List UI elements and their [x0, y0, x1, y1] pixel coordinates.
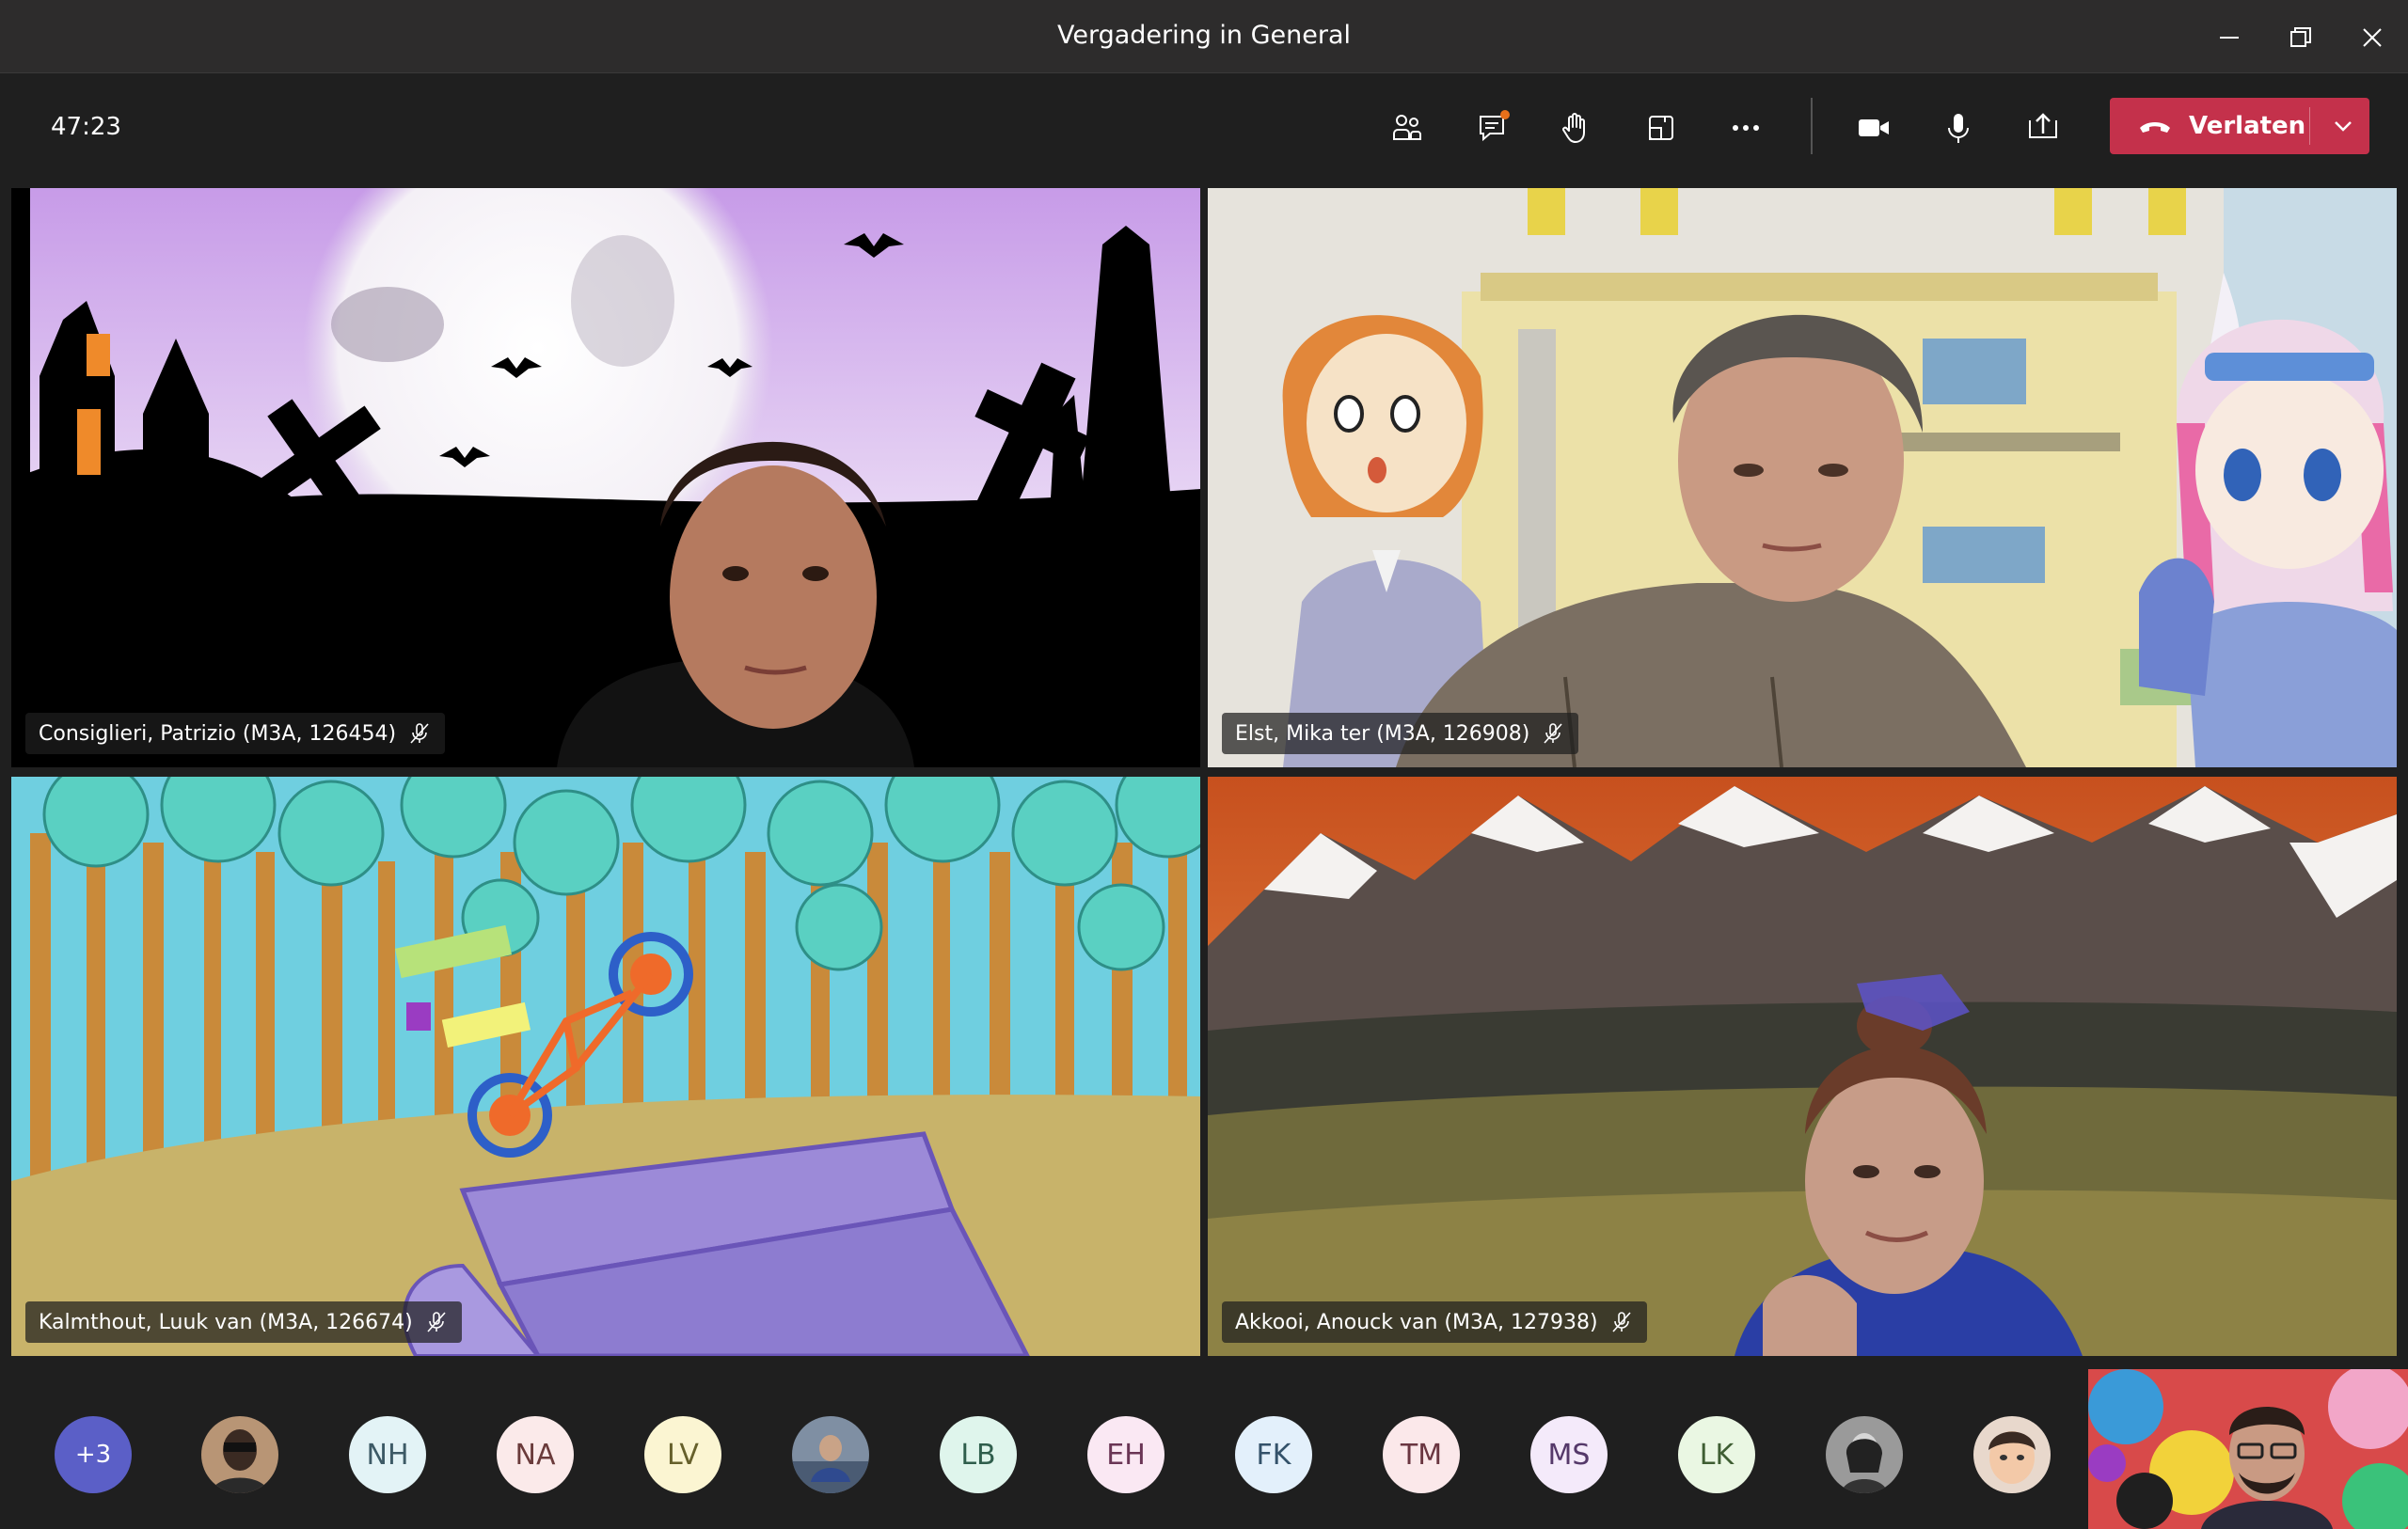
participant-name: Akkooi, Anouck van (M3A, 127938) — [1235, 1310, 1598, 1334]
participant-name-tag: Kalmthout, Luuk van (M3A, 126674) — [25, 1301, 462, 1343]
chat-button[interactable] — [1465, 100, 1522, 156]
avatar-initials-text: NH — [366, 1438, 409, 1472]
participant-name: Consiglieri, Patrizio (M3A, 126454) — [39, 721, 397, 746]
microphone-button[interactable] — [1930, 100, 1987, 156]
video-tile-2[interactable]: Elst, Mika ter (M3A, 126908) — [1208, 188, 2397, 767]
avatar-initials[interactable]: FK — [1235, 1416, 1312, 1493]
avatar-photo[interactable] — [1973, 1416, 2051, 1493]
halloween-background — [11, 188, 1200, 767]
video-tile-1[interactable]: Consiglieri, Patrizio (M3A, 126454) — [11, 188, 1200, 767]
participant-name: Elst, Mika ter (M3A, 126908) — [1235, 721, 1530, 746]
meeting-timer: 47:23 — [51, 113, 121, 141]
avatar-initials-text: FK — [1256, 1438, 1291, 1472]
avatar-initials-text: EH — [1106, 1438, 1146, 1472]
avatar-initials-text: LV — [667, 1438, 699, 1472]
avatar-photo[interactable] — [792, 1416, 869, 1493]
participants-icon — [1393, 115, 1421, 140]
avatar-initials-text: LB — [960, 1438, 996, 1472]
avatar-initials-text: LK — [1699, 1438, 1735, 1472]
window-title: Vergadering in General — [1056, 21, 1352, 50]
avatar-photo[interactable] — [201, 1416, 278, 1493]
share-screen-button[interactable] — [2015, 100, 2071, 156]
raise-hand-icon — [1562, 113, 1585, 143]
camera-button[interactable] — [1846, 100, 1902, 156]
more-participants-button[interactable]: +3 — [55, 1416, 132, 1493]
chat-icon — [1480, 110, 1510, 142]
close-button[interactable] — [2352, 17, 2393, 58]
avatar-initials[interactable]: LK — [1678, 1416, 1755, 1493]
participant-name: Kalmthout, Luuk van (M3A, 126674) — [39, 1310, 413, 1334]
minimize-icon — [2220, 37, 2239, 39]
mountain-painting-background — [1208, 777, 2397, 1356]
leave-button[interactable]: Verlaten — [2110, 98, 2369, 154]
avatar-initials[interactable]: TM — [1383, 1416, 1460, 1493]
hang-up-icon — [2140, 122, 2170, 133]
person-photo-icon — [1826, 1416, 1903, 1493]
muted-mic-icon — [410, 723, 429, 744]
video-tile-4[interactable]: Akkooi, Anouck van (M3A, 127938) — [1208, 777, 2397, 1356]
breakout-rooms-button[interactable] — [1633, 100, 1689, 156]
restore-button[interactable] — [2280, 17, 2321, 58]
avatar-initials[interactable]: LB — [940, 1416, 1017, 1493]
avatar-initials[interactable]: NH — [349, 1416, 426, 1493]
avatar-initials-text: MS — [1547, 1438, 1591, 1472]
avatar-initials-text: TM — [1400, 1438, 1443, 1472]
participants-button[interactable] — [1379, 100, 1435, 156]
self-view-video[interactable] — [2088, 1369, 2408, 1529]
minimize-button[interactable] — [2209, 17, 2250, 58]
title-bar: Vergadering in General — [0, 0, 2408, 73]
anime-drawing-background — [1208, 188, 2397, 767]
more-options-icon — [1733, 125, 1759, 131]
avatar-initials-text: NA — [515, 1438, 556, 1472]
participant-name-tag: Akkooi, Anouck van (M3A, 127938) — [1222, 1301, 1647, 1343]
avatar-initials[interactable]: LV — [644, 1416, 721, 1493]
avatar-initials[interactable]: EH — [1087, 1416, 1164, 1493]
avatar-initials[interactable]: MS — [1530, 1416, 1608, 1493]
close-icon — [2363, 28, 2382, 47]
avatar-initials[interactable]: NA — [497, 1416, 574, 1493]
leave-label: Verlaten — [2189, 112, 2306, 140]
meeting-toolbar: 47:23 Verlaten — [0, 73, 2408, 179]
camera-icon — [1859, 119, 1889, 136]
restore-icon — [2290, 27, 2311, 47]
participant-name-tag: Elst, Mika ter (M3A, 126908) — [1222, 713, 1579, 754]
muted-mic-icon — [427, 1312, 446, 1332]
microphone-icon — [1948, 114, 1969, 143]
bike-drawing-background — [11, 777, 1200, 1356]
muted-mic-icon — [1611, 1312, 1631, 1332]
breakout-rooms-icon — [1649, 116, 1673, 140]
avatar-photo[interactable] — [1826, 1416, 1903, 1493]
share-screen-icon — [2029, 113, 2057, 138]
participant-name-tag: Consiglieri, Patrizio (M3A, 126454) — [25, 713, 446, 754]
participant-bar: +3 NH NA LV LB EH FK TM MS LK — [0, 1362, 2408, 1529]
person-photo-icon — [201, 1416, 278, 1493]
chevron-down-icon[interactable] — [2324, 107, 2362, 145]
video-tile-3[interactable]: Kalmthout, Luuk van (M3A, 126674) — [11, 777, 1200, 1356]
person-photo-icon — [1973, 1416, 2051, 1493]
toolbar-divider — [1811, 98, 1813, 154]
raise-hand-button[interactable] — [1548, 100, 1605, 156]
more-options-button[interactable] — [1718, 100, 1774, 156]
person-photo-icon — [792, 1416, 869, 1493]
muted-mic-icon — [1544, 723, 1562, 744]
self-view-scene — [2088, 1369, 2408, 1529]
leave-divider — [2309, 107, 2310, 145]
